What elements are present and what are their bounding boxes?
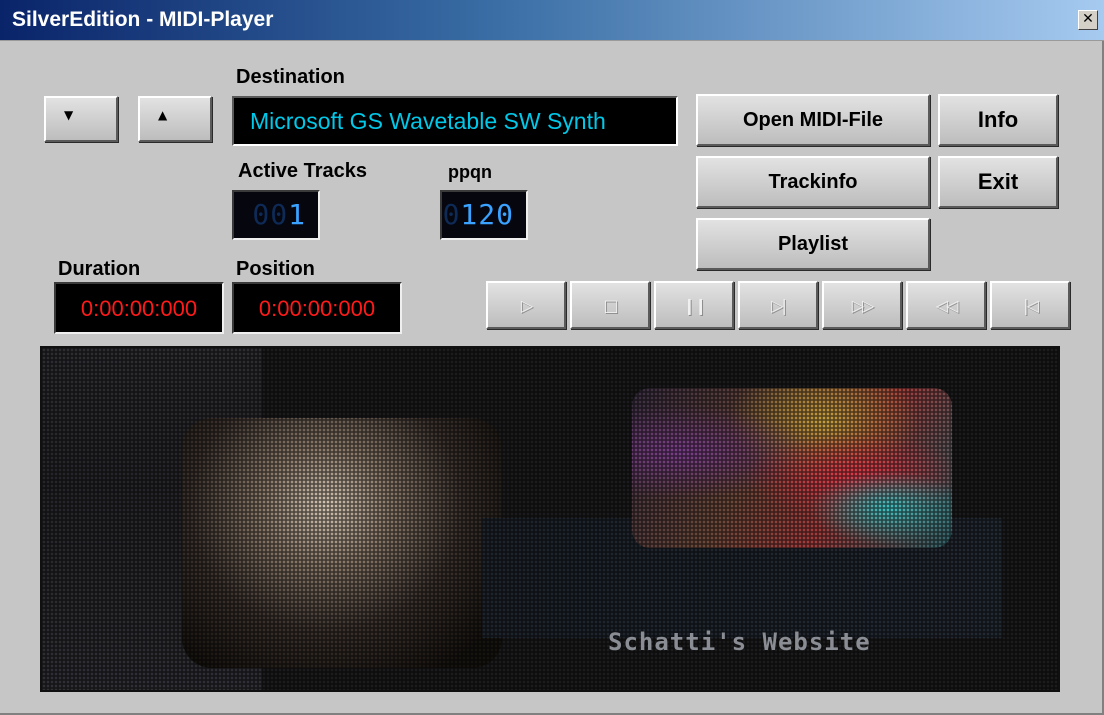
fast-forward-button[interactable]: ▷▷ — [822, 281, 902, 329]
destination-value: Microsoft GS Wavetable SW Synth — [250, 108, 606, 134]
destination-display[interactable]: Microsoft GS Wavetable SW Synth — [232, 96, 678, 146]
first-track-button[interactable]: |◁ — [990, 281, 1070, 329]
position-display: 0:00:00:000 — [232, 282, 402, 334]
triangle-up-icon: ▲ — [158, 108, 168, 122]
pause-icon: ❙❙ — [682, 295, 708, 315]
destination-label: Destination — [236, 66, 345, 88]
next-destination-button[interactable]: ▲ — [138, 96, 212, 142]
play-button[interactable]: ▷ — [486, 281, 566, 329]
position-value: 0:00:00:000 — [258, 296, 376, 321]
previous-destination-button[interactable]: ▼ — [44, 96, 118, 142]
triangle-down-icon: ▼ — [64, 108, 74, 122]
stop-button[interactable]: □ — [570, 281, 650, 329]
exit-button[interactable]: Exit — [938, 156, 1058, 208]
pause-button[interactable]: ❙❙ — [654, 281, 734, 329]
first-track-icon: |◁ — [1023, 295, 1039, 315]
active-tracks-display: 001 — [232, 190, 320, 240]
ppqn-display: 0120 — [440, 190, 528, 240]
stop-icon: □ — [603, 295, 618, 315]
fast-forward-icon: ▷▷ — [851, 295, 875, 315]
position-label: Position — [236, 258, 315, 280]
window-title: SilverEdition - MIDI-Player — [12, 8, 274, 31]
duration-value: 0:00:00:000 — [80, 296, 198, 321]
trackinfo-button[interactable]: Trackinfo — [696, 156, 930, 208]
title-bar[interactable]: SilverEdition - MIDI-Player ✕ — [0, 0, 1104, 41]
ppqn-value: 120 — [460, 198, 514, 231]
duration-label: Duration — [58, 258, 141, 280]
duration-display: 0:00:00:000 — [54, 282, 224, 334]
active-tracks-unlit: 00 — [252, 198, 289, 231]
active-tracks-label: Active Tracks — [238, 160, 367, 182]
active-tracks-digits: 001 — [252, 198, 306, 231]
midi-player-window: SilverEdition - MIDI-Player ✕ ▼ ▲ Destin… — [0, 0, 1104, 715]
next-track-button[interactable]: ▷| — [738, 281, 818, 329]
banner-color-art — [632, 388, 952, 548]
active-tracks-value: 1 — [288, 198, 306, 231]
ppqn-label: ppqn — [448, 162, 492, 182]
rewind-button[interactable]: ◁◁ — [906, 281, 986, 329]
ppqn-unlit: 0 — [442, 198, 461, 231]
open-midi-file-button[interactable]: Open MIDI-File — [696, 94, 930, 146]
ppqn-digits: 0120 — [443, 198, 514, 231]
info-button[interactable]: Info — [938, 94, 1058, 146]
rewind-icon: ◁◁ — [935, 295, 959, 315]
next-track-icon: ▷| — [771, 295, 787, 315]
website-banner[interactable]: Schatti's Website — [40, 346, 1060, 692]
close-icon[interactable]: ✕ — [1078, 10, 1098, 30]
play-icon: ▷ — [520, 295, 533, 315]
playlist-button[interactable]: Playlist — [696, 218, 930, 270]
banner-portrait — [182, 418, 502, 668]
website-caption: Schatti's Website — [608, 628, 871, 656]
